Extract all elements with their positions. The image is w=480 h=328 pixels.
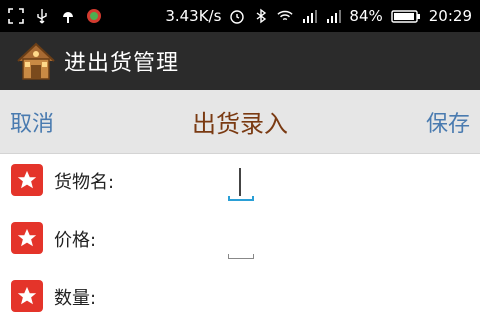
app-notification-icon [86,8,102,24]
alarm-icon [229,8,245,24]
screenshot-icon [8,8,24,24]
battery-percent: 84% [349,7,383,25]
quantity-input[interactable] [228,284,254,316]
wifi-icon [277,8,294,24]
page-title: 出货录入 [192,110,288,138]
clock-time: 20:29 [428,7,472,25]
network-speed: 3.43K/s [165,7,222,25]
quantity-label: 数量: [54,288,97,309]
save-button[interactable]: 保存 [426,106,470,138]
signal-icon-2 [325,8,342,24]
app-title: 进出货管理 [64,51,180,76]
required-star-icon [11,280,43,312]
battery-icon [391,8,421,24]
action-bar: 进出货管理 [0,32,480,90]
android-debug-icon [60,8,76,24]
cancel-button[interactable]: 取消 [10,106,54,138]
goods-name-underline [228,196,254,201]
form-row-quantity: 数量: [0,270,480,328]
entry-form: 货物名: 价格: 数量: [0,154,480,316]
bluetooth-icon [253,8,269,24]
form-row-price: 价格: [0,212,480,270]
text-cursor [239,168,241,196]
goods-name-label: 货物名: [54,172,115,193]
status-bar: 3.43K/s 84% 20:29 [0,0,480,32]
form-row-goods-name: 货物名: [0,154,480,212]
required-star-icon [11,164,43,196]
signal-icon [301,8,318,24]
required-star-icon [11,222,43,254]
nav-bar: 取消 出货录入 保存 [0,90,480,154]
price-label: 价格: [54,230,97,251]
price-underline [228,254,254,259]
usb-icon [34,8,50,24]
status-right: 3.43K/s 84% 20:29 [165,7,472,25]
house-icon [16,41,56,81]
status-left-icons [8,8,102,24]
